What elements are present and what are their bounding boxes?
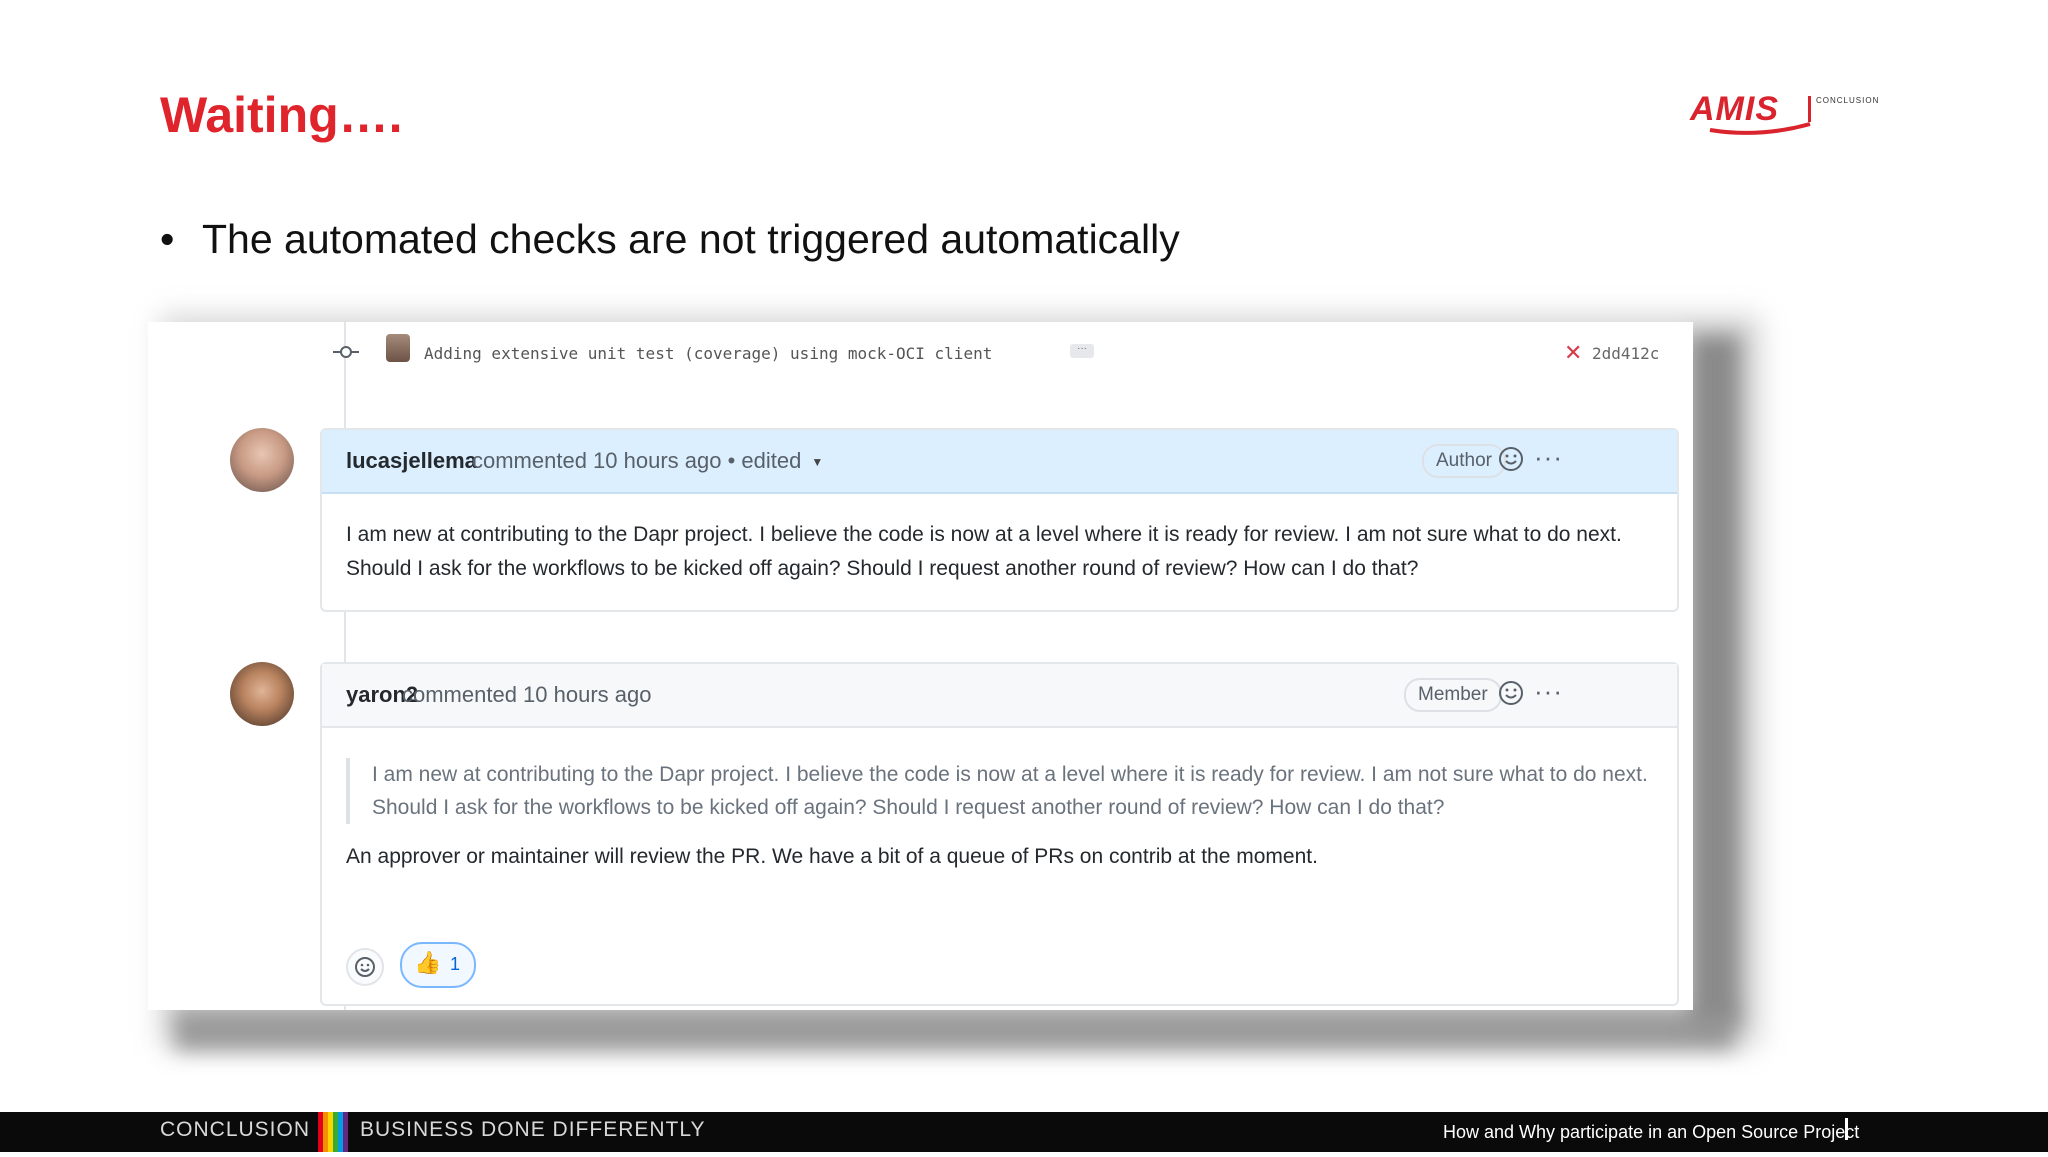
screenshot-shadow-bottom	[175, 1010, 1735, 1050]
comment: yaron2 commented 10 hours ago Member ···…	[320, 662, 1679, 1006]
comment-header: yaron2 commented 10 hours ago Member ···	[322, 664, 1677, 728]
amis-logo: AMIS CONCLUSION	[1690, 90, 1900, 146]
x-fail-icon[interactable]: ✕	[1564, 340, 1582, 366]
logo-swoosh-icon	[1709, 122, 1811, 135]
slide-footer: CONCLUSION BUSINESS DONE DIFFERENTLY How…	[0, 1112, 2048, 1152]
comment-timestamp[interactable]: commented 10 hours ago • edited	[472, 448, 801, 473]
screenshot-shadow-right	[1690, 335, 1740, 1025]
logo-tagline: CONCLUSION	[1816, 96, 1880, 105]
role-badge: Member	[1404, 678, 1502, 712]
commit-sha-link[interactable]: 2dd412c	[1592, 344, 1659, 363]
github-conversation-screenshot: Adding extensive unit test (coverage) us…	[148, 322, 1693, 1010]
reaction-count: 1	[450, 954, 461, 974]
thumbs-up-icon: 👍	[414, 950, 442, 975]
commit-author-avatar[interactable]	[386, 334, 410, 362]
comment-body: I am new at contributing to the Dapr pro…	[346, 523, 1622, 580]
footer-section-label: CONCLUSION	[160, 1118, 311, 1141]
role-badge: Author	[1422, 444, 1506, 478]
more-options-icon[interactable]: ···	[1534, 676, 1563, 707]
slide-title: Waiting….	[160, 87, 403, 143]
bullet-text: The automated checks are not triggered a…	[202, 216, 1180, 262]
add-reaction-smiley-icon[interactable]	[1498, 446, 1524, 472]
commit-icon	[333, 346, 359, 358]
avatar[interactable]	[230, 428, 294, 492]
commit-message-link[interactable]: Adding extensive unit test (coverage) us…	[424, 344, 992, 363]
comment-header: lucasjellema commented 10 hours ago • ed…	[322, 430, 1677, 494]
bullet-item: • The automated checks are not triggered …	[160, 216, 1180, 263]
commit-row: Adding extensive unit test (coverage) us…	[148, 322, 1693, 382]
avatar[interactable]	[230, 662, 294, 726]
chevron-down-icon[interactable]: ▼	[811, 455, 823, 469]
thumbs-up-reaction-button[interactable]: 👍 1	[400, 942, 476, 988]
footer-divider	[1845, 1118, 1848, 1140]
comment-meta: commented 10 hours ago • edited ▼	[472, 448, 823, 474]
footer-color-stripes	[318, 1112, 348, 1152]
add-reaction-smiley-icon[interactable]	[1498, 680, 1524, 706]
comment-timestamp[interactable]: commented 10 hours ago	[402, 682, 652, 708]
bullet-dot-icon: •	[160, 216, 175, 262]
more-options-icon[interactable]: ···	[1534, 442, 1563, 473]
add-reaction-smiley-icon[interactable]	[346, 948, 384, 986]
footer-slogan: BUSINESS DONE DIFFERENTLY	[360, 1118, 706, 1141]
commit-expand-button[interactable]: ···	[1070, 344, 1094, 358]
reply-text: An approver or maintainer will review th…	[346, 845, 1318, 868]
comment-body: I am new at contributing to the Dapr pro…	[322, 728, 1677, 874]
footer-presentation-title: How and Why participate in an Open Sourc…	[1443, 1122, 1860, 1142]
quoted-reply: I am new at contributing to the Dapr pro…	[346, 758, 1653, 824]
stripe	[343, 1112, 348, 1152]
comment-author-link[interactable]: lucasjellema	[346, 448, 477, 474]
comment: lucasjellema commented 10 hours ago • ed…	[320, 428, 1679, 612]
